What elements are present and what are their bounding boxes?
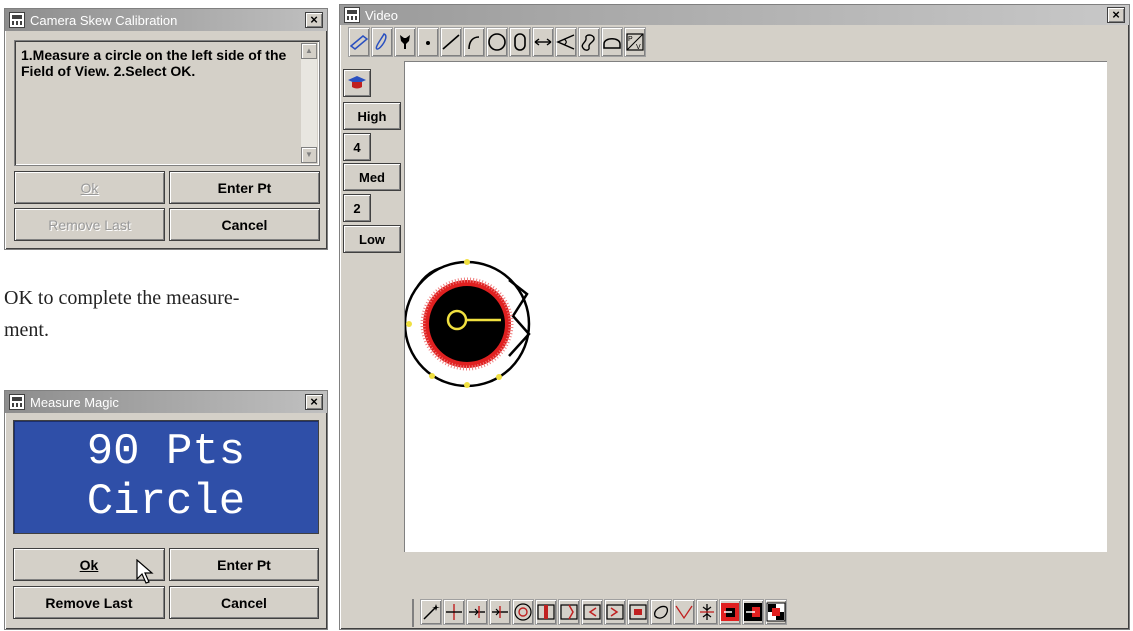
- box-edge-4-icon[interactable]: [604, 599, 626, 625]
- profile-icon[interactable]: [601, 27, 623, 57]
- close-button[interactable]: ×: [305, 394, 323, 410]
- slot-icon[interactable]: [509, 27, 531, 57]
- target-icon[interactable]: [512, 599, 534, 625]
- skew-message-box: 1.Measure a circle on the left side of t…: [14, 40, 320, 166]
- close-button[interactable]: ×: [1107, 7, 1125, 23]
- zoom-4-button[interactable]: 4: [343, 133, 371, 161]
- mouse-cursor-icon: [136, 559, 154, 584]
- cancel-label: Cancel: [221, 216, 268, 233]
- scroll-up-icon[interactable]: ▲: [301, 43, 317, 59]
- cancel-button[interactable]: Cancel: [169, 208, 320, 241]
- pv-icon[interactable]: PV: [624, 27, 646, 57]
- box-select-icon[interactable]: [348, 27, 370, 57]
- threshold-2-icon[interactable]: [742, 599, 764, 625]
- message-scrollbar[interactable]: ▲ ▼: [301, 43, 317, 163]
- crosshair-icon[interactable]: [443, 599, 465, 625]
- magic-title: Measure Magic: [30, 394, 119, 410]
- distance-icon[interactable]: [532, 27, 554, 57]
- video-window: Video × PV High 4 Med 2 Low: [339, 4, 1130, 630]
- enter-pt-label: Enter Pt: [217, 556, 271, 573]
- video-title: Video: [365, 7, 399, 23]
- skew-message: 1.Measure a circle on the left side of t…: [21, 47, 287, 79]
- body-paragraph: OK to complete the measure- ment.: [4, 287, 240, 341]
- ok-label: Ok: [79, 556, 99, 573]
- zoom-low-button[interactable]: Low: [343, 225, 401, 253]
- video-canvas[interactable]: [403, 61, 1107, 552]
- zoom-med-label: Med: [359, 169, 385, 185]
- magic-wand-icon[interactable]: [420, 599, 442, 625]
- scroll-down-icon[interactable]: ▼: [301, 147, 317, 163]
- calculator-icon: [9, 394, 25, 410]
- video-titlebar[interactable]: Video ×: [340, 5, 1129, 25]
- contour-icon[interactable]: [578, 27, 600, 57]
- ok-button[interactable]: Ok: [14, 171, 165, 204]
- zoom-4-label: 4: [353, 139, 361, 155]
- v-icon[interactable]: [673, 599, 695, 625]
- blob-icon[interactable]: [650, 599, 672, 625]
- window-icon: [344, 7, 360, 23]
- box-edge-5-icon[interactable]: [627, 599, 649, 625]
- enter-pt-label: Enter Pt: [217, 179, 272, 196]
- calculator-icon: [9, 12, 25, 28]
- measured-circle-graphic: [403, 259, 531, 388]
- remove-last-label: Remove Last: [48, 216, 131, 233]
- threshold-1-icon[interactable]: [719, 599, 741, 625]
- edge-tools-toolbar: [412, 599, 787, 627]
- remove-last-label: Remove Last: [45, 594, 133, 611]
- skew-title: Camera Skew Calibration: [30, 12, 178, 28]
- measure-toolbar: PV: [348, 27, 646, 59]
- probe-icon[interactable]: [394, 27, 416, 57]
- enter-pt-button[interactable]: Enter Pt: [169, 548, 319, 581]
- display-feature: Circle: [86, 477, 246, 527]
- measure-display: 90 Pts Circle: [13, 420, 319, 534]
- edge-right-icon[interactable]: [466, 599, 488, 625]
- svg-text:P: P: [628, 36, 633, 43]
- magic-titlebar[interactable]: Measure Magic ×: [5, 391, 327, 413]
- remove-last-button[interactable]: Remove Last: [13, 586, 165, 619]
- freehand-icon[interactable]: [371, 27, 393, 57]
- skew-titlebar[interactable]: Camera Skew Calibration ×: [5, 9, 327, 31]
- box-edge-icon[interactable]: [535, 599, 557, 625]
- edge-left-icon[interactable]: [489, 599, 511, 625]
- bisect-icon[interactable]: [696, 599, 718, 625]
- cancel-button[interactable]: Cancel: [169, 586, 319, 619]
- box-edge-2-icon[interactable]: [558, 599, 580, 625]
- arc-icon[interactable]: [463, 27, 485, 57]
- zoom-2-button[interactable]: 2: [343, 194, 371, 222]
- camera-skew-calibration-dialog: Camera Skew Calibration × 1.Measure a ci…: [4, 8, 328, 250]
- ok-label: Ok: [80, 179, 99, 196]
- zoom-2-label: 2: [353, 200, 361, 216]
- close-button[interactable]: ×: [305, 12, 323, 28]
- remove-last-button[interactable]: Remove Last: [14, 208, 165, 241]
- line-icon[interactable]: [440, 27, 462, 57]
- zoom-high-label: High: [357, 108, 387, 124]
- graduation-cap-icon[interactable]: [343, 69, 371, 97]
- threshold-3-icon[interactable]: [765, 599, 787, 625]
- point-icon[interactable]: [417, 27, 439, 57]
- zoom-low-label: Low: [359, 231, 385, 247]
- box-edge-3-icon[interactable]: [581, 599, 603, 625]
- zoom-med-button[interactable]: Med: [343, 163, 401, 191]
- svg-text:V: V: [636, 44, 641, 51]
- circle-icon[interactable]: [486, 27, 508, 57]
- zoom-high-button[interactable]: High: [343, 102, 401, 130]
- cancel-label: Cancel: [221, 594, 267, 611]
- angle-icon[interactable]: [555, 27, 577, 57]
- display-points: 90 Pts: [86, 427, 246, 477]
- enter-pt-button[interactable]: Enter Pt: [169, 171, 320, 204]
- measure-magic-dialog: Measure Magic × 90 Pts Circle Ok Enter P…: [4, 390, 328, 630]
